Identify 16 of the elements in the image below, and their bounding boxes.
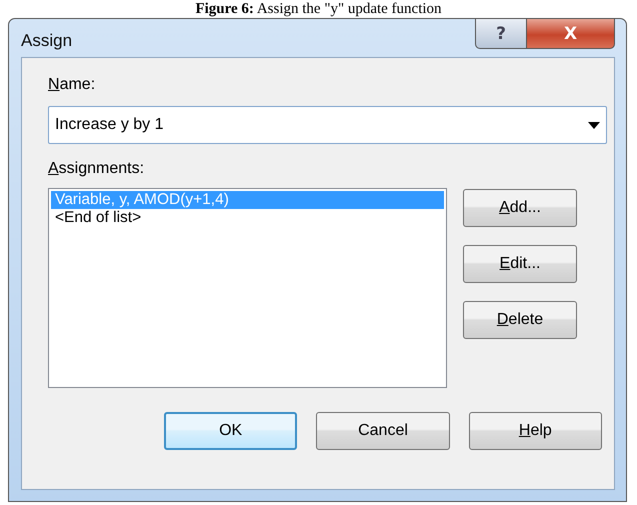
side-button[interactable]: Edit... [463, 245, 577, 283]
side-button[interactable]: Delete [463, 301, 577, 339]
close-button[interactable]: X [527, 19, 615, 49]
side-button[interactable]: Add... [463, 189, 577, 227]
name-dropdown[interactable]: Increase y by 1 [48, 106, 607, 144]
dropdown-arrow-icon[interactable] [588, 122, 600, 128]
window-title: Assign [21, 31, 72, 51]
figure-caption: Figure 6: Assign the "y" update function [194, 0, 443, 18]
dialog-button[interactable]: Help [468, 412, 602, 450]
list-item[interactable]: <End of list> [51, 209, 444, 227]
dialog-button[interactable]: Cancel [316, 412, 450, 450]
assignments-label: Assignments: [48, 160, 146, 178]
name-label: Name: [48, 76, 96, 94]
dialog-button[interactable]: OK [164, 412, 298, 450]
help-button[interactable]: ? [475, 19, 527, 49]
assignments-list[interactable]: Variable, y, AMOD(y+1,4) <End of list> [48, 188, 447, 388]
